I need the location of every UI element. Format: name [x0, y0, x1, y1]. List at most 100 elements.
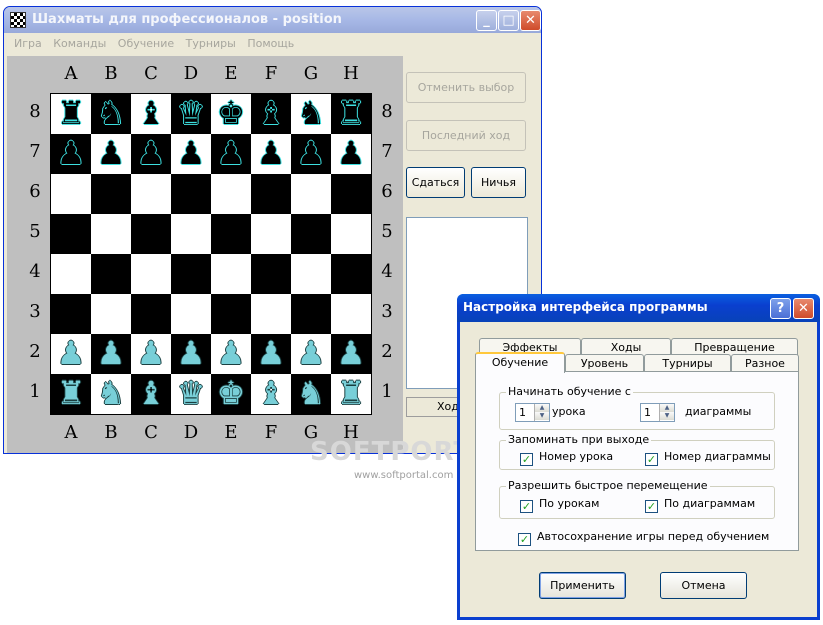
square-h8[interactable]: ♜: [331, 94, 371, 134]
square-c2[interactable]: ♟: [131, 334, 171, 374]
square-c5[interactable]: [131, 214, 171, 254]
square-a5[interactable]: [51, 214, 91, 254]
white-rook-icon[interactable]: ♜: [331, 374, 371, 414]
white-bishop-icon[interactable]: ♝: [251, 374, 291, 414]
white-knight-icon[interactable]: ♞: [291, 374, 331, 414]
black-pawn-icon[interactable]: ♟: [131, 134, 171, 174]
square-h7[interactable]: ♟: [331, 134, 371, 174]
square-c1[interactable]: ♝: [131, 374, 171, 414]
autosave-checkbox[interactable]: ✓ Автосохранение игры перед обучением: [518, 530, 769, 546]
apply-button[interactable]: Применить: [539, 572, 626, 599]
square-f2[interactable]: ♟: [251, 334, 291, 374]
white-pawn-icon[interactable]: ♟: [91, 334, 131, 374]
square-g7[interactable]: ♟: [291, 134, 331, 174]
square-b4[interactable]: [91, 254, 131, 294]
black-rook-icon[interactable]: ♜: [51, 94, 91, 134]
square-c8[interactable]: ♝: [131, 94, 171, 134]
checkbox-check-icon[interactable]: ✓: [645, 453, 658, 466]
square-a4[interactable]: [51, 254, 91, 294]
black-bishop-icon[interactable]: ♝: [251, 94, 291, 134]
square-a7[interactable]: ♟: [51, 134, 91, 174]
square-g3[interactable]: [291, 294, 331, 334]
square-e1[interactable]: ♚: [211, 374, 251, 414]
square-d5[interactable]: [171, 214, 211, 254]
square-b1[interactable]: ♞: [91, 374, 131, 414]
last-move-button[interactable]: Последний ход: [406, 120, 526, 151]
square-d8[interactable]: ♛: [171, 94, 211, 134]
dialog-close-button[interactable]: ✕: [793, 298, 814, 319]
black-rook-icon[interactable]: ♜: [331, 94, 371, 134]
black-bishop-icon[interactable]: ♝: [131, 94, 171, 134]
square-e5[interactable]: [211, 214, 251, 254]
resign-button[interactable]: Сдаться: [406, 167, 465, 198]
square-g8[interactable]: ♞: [291, 94, 331, 134]
white-rook-icon[interactable]: ♜: [51, 374, 91, 414]
menu-tournaments[interactable]: Турниры: [182, 33, 240, 54]
square-e2[interactable]: ♟: [211, 334, 251, 374]
square-b8[interactable]: ♞: [91, 94, 131, 134]
black-pawn-icon[interactable]: ♟: [91, 134, 131, 174]
white-pawn-icon[interactable]: ♟: [251, 334, 291, 374]
square-c7[interactable]: ♟: [131, 134, 171, 174]
white-king-icon[interactable]: ♚: [211, 374, 251, 414]
square-e6[interactable]: [211, 174, 251, 214]
spin-up-icon[interactable]: ▲: [535, 404, 549, 412]
white-queen-icon[interactable]: ♛: [171, 374, 211, 414]
square-f7[interactable]: ♟: [251, 134, 291, 174]
spin-down-icon[interactable]: ▼: [535, 412, 549, 420]
square-b2[interactable]: ♟: [91, 334, 131, 374]
square-b5[interactable]: [91, 214, 131, 254]
main-titlebar[interactable]: Шахматы для профессионалов - position _ …: [4, 7, 541, 33]
square-b3[interactable]: [91, 294, 131, 334]
square-c3[interactable]: [131, 294, 171, 334]
black-knight-icon[interactable]: ♞: [291, 94, 331, 134]
square-b7[interactable]: ♟: [91, 134, 131, 174]
cancel-selection-button[interactable]: Отменить выбор: [406, 72, 526, 103]
lesson-spinner[interactable]: 1 ▲ ▼: [515, 403, 550, 422]
square-e7[interactable]: ♟: [211, 134, 251, 174]
white-pawn-icon[interactable]: ♟: [291, 334, 331, 374]
square-f4[interactable]: [251, 254, 291, 294]
quick-move-diagrams-checkbox[interactable]: ✓ По диаграммам: [645, 497, 755, 513]
square-f3[interactable]: [251, 294, 291, 334]
square-h2[interactable]: ♟: [331, 334, 371, 374]
square-d1[interactable]: ♛: [171, 374, 211, 414]
square-d6[interactable]: [171, 174, 211, 214]
diagram-spinner[interactable]: 1 ▲ ▼: [640, 403, 675, 422]
square-f5[interactable]: [251, 214, 291, 254]
white-pawn-icon[interactable]: ♟: [171, 334, 211, 374]
menu-help[interactable]: Помощь: [243, 33, 298, 54]
square-g2[interactable]: ♟: [291, 334, 331, 374]
square-g5[interactable]: [291, 214, 331, 254]
tab-training[interactable]: Обучение: [475, 352, 565, 373]
square-a8[interactable]: ♜: [51, 94, 91, 134]
square-h6[interactable]: [331, 174, 371, 214]
square-h1[interactable]: ♜: [331, 374, 371, 414]
black-king-icon[interactable]: ♚: [211, 94, 251, 134]
remember-lesson-checkbox[interactable]: ✓ Номер урока: [520, 450, 613, 466]
square-g1[interactable]: ♞: [291, 374, 331, 414]
draw-button[interactable]: Ничья: [471, 167, 526, 198]
black-pawn-icon[interactable]: ♟: [51, 134, 91, 174]
square-a3[interactable]: [51, 294, 91, 334]
black-queen-icon[interactable]: ♛: [171, 94, 211, 134]
help-button[interactable]: ?: [770, 298, 791, 319]
minimize-button[interactable]: _: [476, 10, 497, 31]
square-d7[interactable]: ♟: [171, 134, 211, 174]
square-a6[interactable]: [51, 174, 91, 214]
black-knight-icon[interactable]: ♞: [91, 94, 131, 134]
square-f1[interactable]: ♝: [251, 374, 291, 414]
square-h3[interactable]: [331, 294, 371, 334]
menu-game[interactable]: Игра: [10, 33, 46, 54]
square-f8[interactable]: ♝: [251, 94, 291, 134]
menu-training[interactable]: Обучение: [114, 33, 178, 54]
white-pawn-icon[interactable]: ♟: [51, 334, 91, 374]
black-pawn-icon[interactable]: ♟: [251, 134, 291, 174]
square-b6[interactable]: [91, 174, 131, 214]
menu-commands[interactable]: Команды: [49, 33, 110, 54]
square-d3[interactable]: [171, 294, 211, 334]
lesson-spinner-arrows[interactable]: ▲ ▼: [534, 404, 549, 421]
square-a2[interactable]: ♟: [51, 334, 91, 374]
black-pawn-icon[interactable]: ♟: [331, 134, 371, 174]
black-pawn-icon[interactable]: ♟: [211, 134, 251, 174]
